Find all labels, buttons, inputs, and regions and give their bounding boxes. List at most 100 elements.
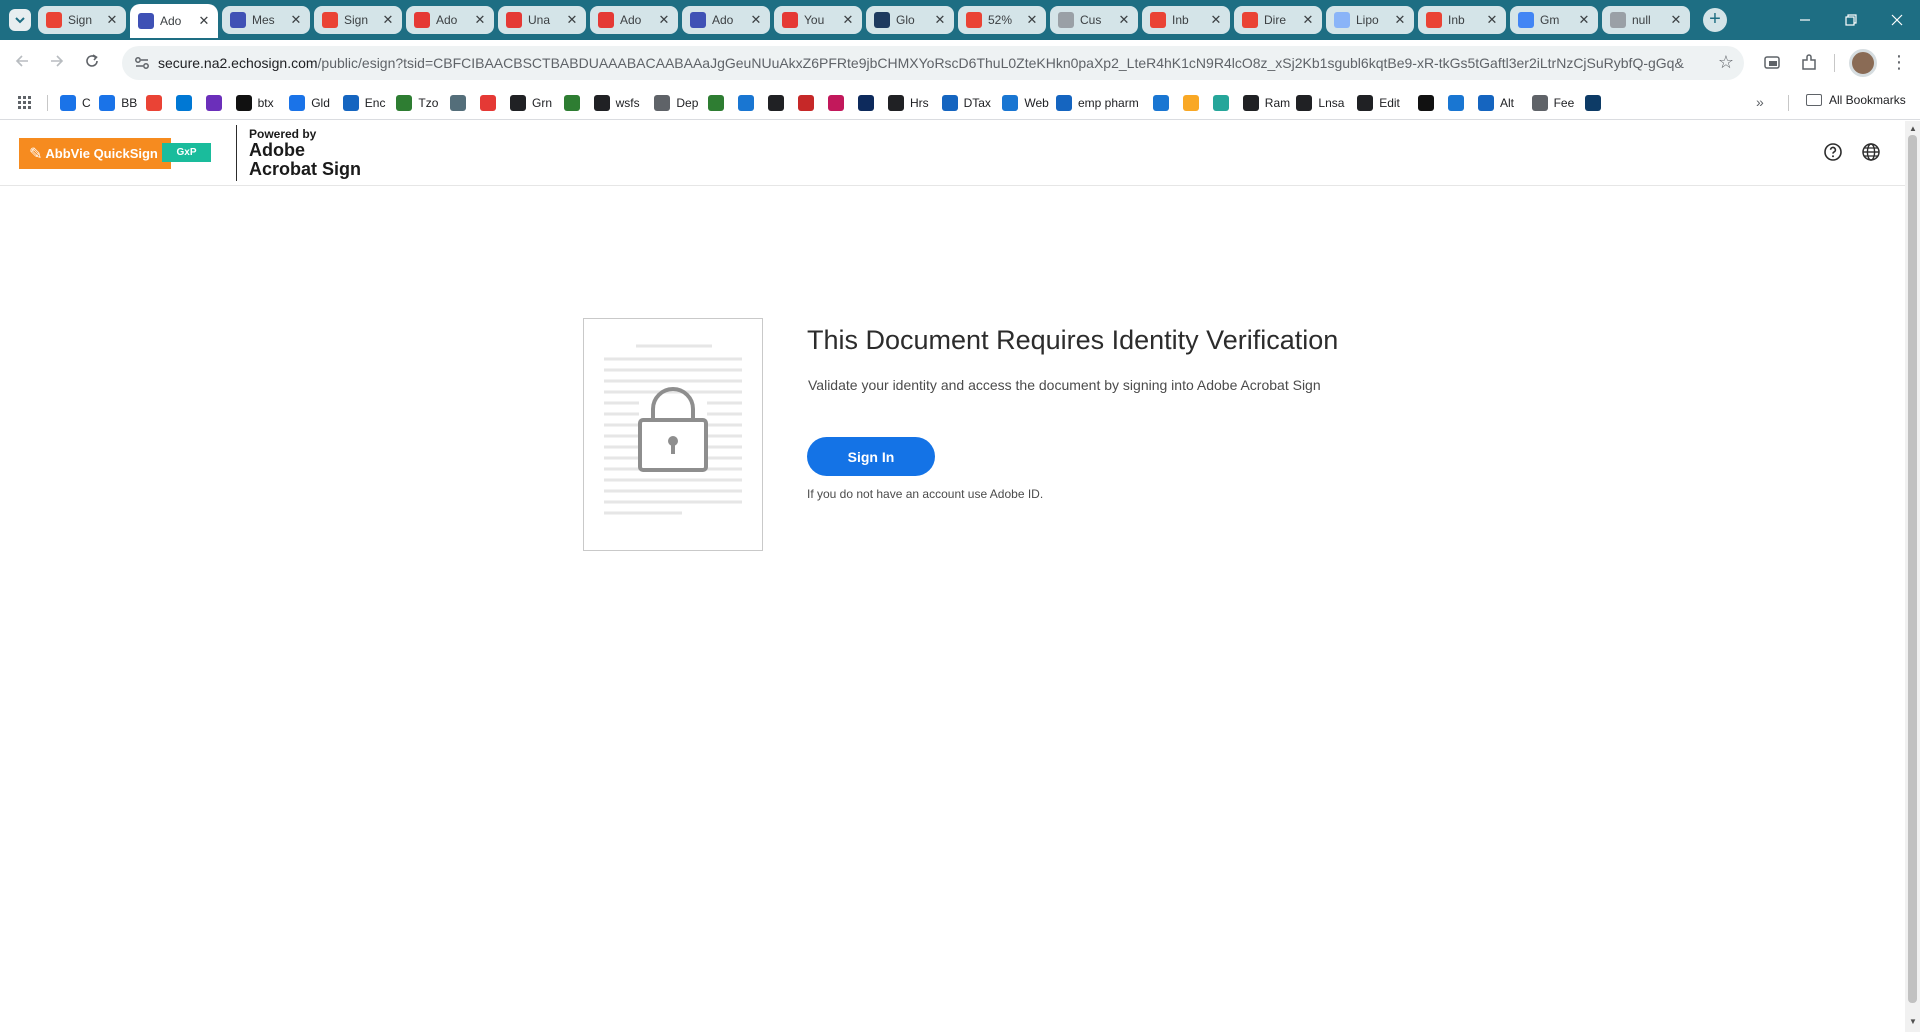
bookmark-item[interactable] bbox=[768, 93, 790, 113]
bookmark-item[interactable]: Web bbox=[1002, 93, 1049, 113]
bookmarks-overflow-icon[interactable]: » bbox=[1756, 94, 1764, 110]
tab-close-icon[interactable]: ✕ bbox=[1208, 12, 1224, 28]
address-bar[interactable]: secure.na2.echosign.com/public/esign?tsi… bbox=[122, 46, 1744, 80]
tab-close-icon[interactable]: ✕ bbox=[564, 12, 580, 28]
tab-close-icon[interactable]: ✕ bbox=[1392, 12, 1408, 28]
tab-close-icon[interactable]: ✕ bbox=[1024, 12, 1040, 28]
bookmark-item[interactable]: Lnsa bbox=[1296, 93, 1344, 113]
bookmark-item[interactable]: Fee bbox=[1531, 93, 1574, 113]
bookmark-item[interactable] bbox=[1212, 93, 1235, 113]
apps-grid-icon[interactable] bbox=[18, 96, 32, 110]
tab-close-icon[interactable]: ✕ bbox=[1576, 12, 1592, 28]
tab-close-icon[interactable]: ✕ bbox=[196, 13, 212, 29]
browser-tab[interactable]: Sign ✕ bbox=[38, 6, 126, 34]
all-bookmarks-button[interactable]: All Bookmarks bbox=[1806, 93, 1906, 107]
tab-close-icon[interactable]: ✕ bbox=[656, 12, 672, 28]
tab-close-icon[interactable]: ✕ bbox=[1300, 12, 1316, 28]
bookmark-item[interactable] bbox=[738, 93, 760, 113]
bookmark-item[interactable]: emp pharm bbox=[1056, 93, 1139, 113]
bookmark-item[interactable] bbox=[708, 93, 730, 113]
browser-tab[interactable]: Ado ✕ bbox=[590, 6, 678, 34]
bookmark-item[interactable] bbox=[175, 93, 198, 113]
browser-tab[interactable]: 52% ✕ bbox=[958, 6, 1046, 34]
more-menu-icon[interactable]: ⋮ bbox=[1890, 52, 1908, 73]
bookmark-item[interactable] bbox=[1152, 93, 1175, 113]
globe-icon[interactable] bbox=[1860, 141, 1882, 163]
bookmark-item[interactable] bbox=[450, 93, 472, 113]
site-info-icon[interactable] bbox=[132, 53, 152, 73]
bookmark-item[interactable]: Grn bbox=[510, 93, 552, 113]
bookmark-item[interactable]: BB bbox=[99, 93, 137, 113]
bookmark-item[interactable]: DTax bbox=[941, 93, 991, 113]
browser-tab[interactable]: Sign ✕ bbox=[314, 6, 402, 34]
browser-tab[interactable]: Gm ✕ bbox=[1510, 6, 1598, 34]
back-button[interactable] bbox=[9, 50, 35, 76]
extensions-icon[interactable] bbox=[1799, 53, 1819, 73]
bookmark-item[interactable]: Tzo bbox=[396, 93, 438, 113]
browser-tab[interactable]: Inb ✕ bbox=[1142, 6, 1230, 34]
sign-in-button[interactable]: Sign In bbox=[807, 437, 935, 476]
bookmark-item[interactable] bbox=[858, 93, 880, 113]
restore-button[interactable] bbox=[1828, 0, 1874, 40]
scroll-down-arrow-icon[interactable]: ▼ bbox=[1909, 1017, 1917, 1026]
bookmark-item[interactable]: Gld bbox=[289, 93, 330, 113]
bookmark-item[interactable] bbox=[1448, 93, 1470, 113]
browser-tab[interactable]: Glo ✕ bbox=[866, 6, 954, 34]
pen-icon: ✎ bbox=[29, 145, 43, 163]
browser-tab[interactable]: Inb ✕ bbox=[1418, 6, 1506, 34]
reload-button[interactable] bbox=[79, 50, 105, 76]
bookmark-item[interactable]: Hrs bbox=[888, 93, 929, 113]
bookmark-item[interactable]: wsfs bbox=[593, 93, 640, 113]
browser-tab[interactable]: Dire ✕ bbox=[1234, 6, 1322, 34]
profile-avatar[interactable] bbox=[1849, 49, 1877, 77]
tab-close-icon[interactable]: ✕ bbox=[104, 12, 120, 28]
close-window-button[interactable] bbox=[1874, 0, 1920, 40]
tab-close-icon[interactable]: ✕ bbox=[748, 12, 764, 28]
tab-label: Ado bbox=[436, 13, 458, 27]
bookmark-item[interactable] bbox=[205, 93, 228, 113]
bookmark-item[interactable]: Enc bbox=[342, 93, 385, 113]
tab-close-icon[interactable]: ✕ bbox=[380, 12, 396, 28]
scroll-thumb[interactable] bbox=[1908, 135, 1917, 1003]
browser-tab[interactable]: Cus ✕ bbox=[1050, 6, 1138, 34]
tab-close-icon[interactable]: ✕ bbox=[932, 12, 948, 28]
help-icon[interactable] bbox=[1822, 141, 1844, 163]
bookmark-item[interactable] bbox=[563, 93, 586, 113]
bookmark-item[interactable] bbox=[145, 93, 168, 113]
bookmark-item[interactable] bbox=[1585, 93, 1607, 113]
tab-close-icon[interactable]: ✕ bbox=[1116, 12, 1132, 28]
tab-close-icon[interactable]: ✕ bbox=[1484, 12, 1500, 28]
bookmark-star-icon[interactable]: ☆ bbox=[1718, 52, 1734, 73]
bookmark-item[interactable] bbox=[828, 93, 850, 113]
minimize-button[interactable] bbox=[1782, 0, 1828, 40]
tab-search-button[interactable] bbox=[9, 9, 31, 31]
page-scrollbar[interactable]: ▲ ▼ bbox=[1905, 121, 1920, 1032]
bookmark-item[interactable]: btx bbox=[235, 93, 274, 113]
tab-close-icon[interactable]: ✕ bbox=[1668, 12, 1684, 28]
tab-close-icon[interactable]: ✕ bbox=[840, 12, 856, 28]
bookmark-item[interactable] bbox=[798, 93, 820, 113]
browser-tab[interactable]: Ado ✕ bbox=[682, 6, 770, 34]
browser-tab[interactable]: Una ✕ bbox=[498, 6, 586, 34]
bookmark-item[interactable]: Dep bbox=[654, 93, 698, 113]
bookmark-item[interactable] bbox=[480, 93, 502, 113]
tab-close-icon[interactable]: ✕ bbox=[288, 12, 304, 28]
browser-tab[interactable]: Mes ✕ bbox=[222, 6, 310, 34]
cast-icon[interactable] bbox=[1762, 53, 1782, 73]
bookmark-item[interactable]: Ram bbox=[1242, 93, 1290, 113]
bookmark-item[interactable] bbox=[1182, 93, 1205, 113]
forward-button[interactable] bbox=[44, 50, 70, 76]
scroll-up-arrow-icon[interactable]: ▲ bbox=[1909, 124, 1917, 133]
bookmark-item[interactable] bbox=[1418, 93, 1440, 113]
bookmark-item[interactable]: Edit bbox=[1357, 93, 1400, 113]
browser-tab[interactable]: Lipo ✕ bbox=[1326, 6, 1414, 34]
bookmark-item[interactable]: C bbox=[60, 93, 91, 113]
bookmark-item[interactable]: Alt bbox=[1478, 93, 1514, 113]
browser-tab[interactable]: null ✕ bbox=[1602, 6, 1690, 34]
browser-tab[interactable]: Ado ✕ bbox=[130, 4, 218, 38]
browser-tab[interactable]: Ado ✕ bbox=[406, 6, 494, 34]
tab-close-icon[interactable]: ✕ bbox=[472, 12, 488, 28]
document-lock-icon bbox=[604, 344, 742, 515]
browser-tab[interactable]: You ✕ bbox=[774, 6, 862, 34]
new-tab-button[interactable]: + bbox=[1703, 8, 1727, 32]
